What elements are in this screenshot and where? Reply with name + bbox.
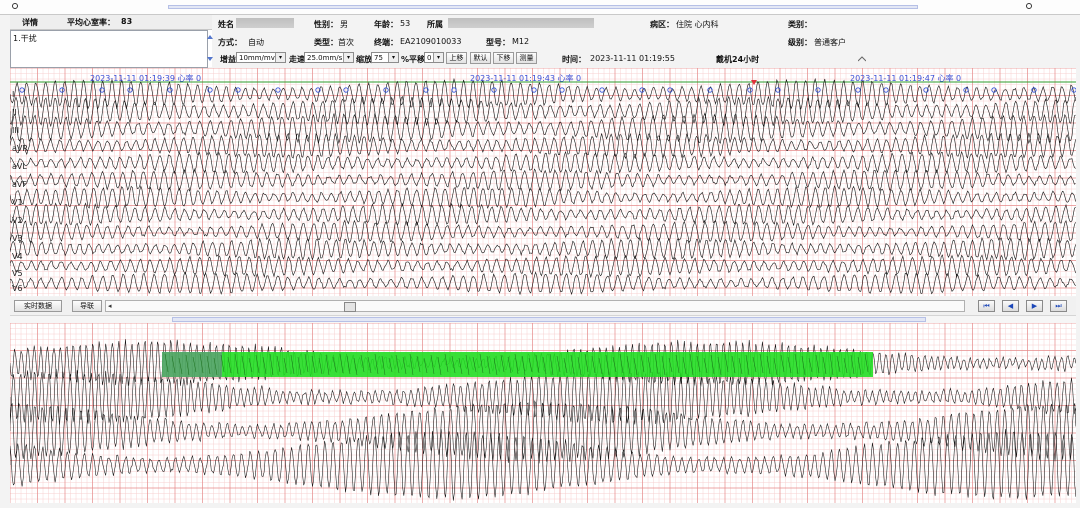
terminal-label: 终端：: [374, 38, 398, 47]
ecg-toolbar: 实时数据 导联 ◂ ⏮ ◀ ▶ ⏭: [10, 297, 1076, 315]
wear-duration: 戴机24小时: [716, 55, 760, 64]
avg-hr-value: 83: [121, 17, 133, 26]
notes-scroll-icon[interactable]: [207, 33, 213, 63]
hospital-label: 所属: [427, 20, 443, 29]
patient-info: 姓名 性别： 男 年龄： 53 所属 病区： 住院 心内科 类别： 方式： 自动…: [214, 15, 1080, 67]
first-icon: ⏮: [983, 302, 990, 310]
grid-background: [10, 68, 1076, 296]
ward-label: 病区：: [650, 20, 674, 29]
gain-select[interactable]: 10mm/mv ▾: [236, 52, 286, 63]
selection-highlight-start: [162, 352, 222, 377]
type-label: 类型：: [314, 38, 338, 47]
detail-label: 详情: [22, 18, 38, 27]
first-page-button[interactable]: ⏮: [978, 300, 995, 312]
next-page-button[interactable]: ▶: [1026, 300, 1043, 312]
type-value: 首次: [338, 38, 354, 47]
default-button[interactable]: 默认: [470, 52, 491, 64]
move-up-button[interactable]: 上移: [446, 52, 467, 64]
collapse-icon[interactable]: [858, 56, 866, 62]
chevron-down-icon: ▾: [275, 53, 285, 62]
detail-panel: 详情 平均心室率： 83 1.干扰: [10, 15, 213, 68]
category-label: 类别：: [788, 20, 812, 29]
age-label: 年龄：: [374, 20, 398, 29]
mode-label: 方式：: [218, 38, 242, 47]
last-page-button[interactable]: ⏭: [1050, 300, 1067, 312]
time-value: 2023-11-11 01:19:55: [590, 54, 675, 63]
time-label: 时间：: [562, 55, 586, 64]
ecg-12-lead-panel[interactable]: [10, 68, 1076, 296]
next-icon: ▶: [1031, 302, 1038, 310]
age-value: 53: [400, 19, 411, 28]
model-value: M12: [512, 37, 530, 46]
prev-page-button[interactable]: ◀: [1002, 300, 1019, 312]
detail-header: 详情 平均心室率： 83: [10, 15, 212, 30]
name-redacted: [236, 18, 294, 28]
gender-label: 性别：: [314, 20, 338, 29]
top-scroll-thumb[interactable]: [168, 5, 918, 9]
selection-highlight: [162, 352, 873, 377]
name-label: 姓名: [218, 20, 234, 29]
speed-label: 走速: [289, 55, 305, 64]
notes-textarea[interactable]: 1.干扰: [10, 30, 213, 68]
ecg-overview-panel[interactable]: [10, 323, 1076, 503]
scroll-thumb[interactable]: [344, 302, 356, 312]
prev-icon: ◀: [1007, 302, 1014, 310]
splitter-handle[interactable]: [172, 317, 926, 322]
panel-splitter[interactable]: [10, 315, 1076, 323]
zoom-select[interactable]: 75 ▾: [371, 52, 399, 63]
pan-select[interactable]: 0 ▾: [424, 52, 444, 63]
level-value: 普通客户: [814, 38, 846, 47]
window-dot-icon: [12, 3, 18, 9]
measure-button[interactable]: 测量: [516, 52, 537, 64]
gain-value: 10mm/mv: [239, 54, 275, 62]
gender-value: 男: [340, 20, 348, 29]
mode-value: 自动: [248, 38, 264, 47]
last-icon: ⏭: [1055, 302, 1062, 310]
horizontal-scrollbar[interactable]: ◂: [105, 300, 965, 312]
chevron-down-icon: ▾: [343, 53, 353, 62]
ward-value: 住院 心内科: [676, 20, 719, 29]
model-label: 型号：: [486, 38, 510, 47]
gain-label: 增益: [220, 55, 236, 64]
hospital-redacted: [448, 18, 594, 28]
note-text: 1.干扰: [13, 34, 37, 43]
window-dot-icon: [1026, 3, 1032, 9]
top-scroll-bar[interactable]: [0, 0, 1080, 15]
avg-hr-label: 平均心室率：: [67, 18, 115, 27]
level-label: 级别：: [788, 38, 812, 47]
zoom-value: 75: [374, 54, 383, 62]
zoom-label: 缩放: [356, 55, 372, 64]
speed-select[interactable]: 25.0mm/s ▾: [304, 52, 354, 63]
speed-value: 25.0mm/s: [307, 54, 343, 62]
scroll-left-icon[interactable]: ◂: [108, 302, 112, 310]
move-down-button[interactable]: 下移: [493, 52, 514, 64]
realtime-data-button[interactable]: 实时数据: [14, 300, 62, 312]
terminal-value: EA2109010033: [400, 37, 462, 46]
chevron-down-icon: ▾: [388, 53, 398, 62]
pan-value: 0: [427, 54, 432, 62]
pan-label: %平移: [401, 55, 426, 64]
chevron-down-icon: ▾: [433, 53, 443, 62]
lead-button[interactable]: 导联: [72, 300, 102, 312]
